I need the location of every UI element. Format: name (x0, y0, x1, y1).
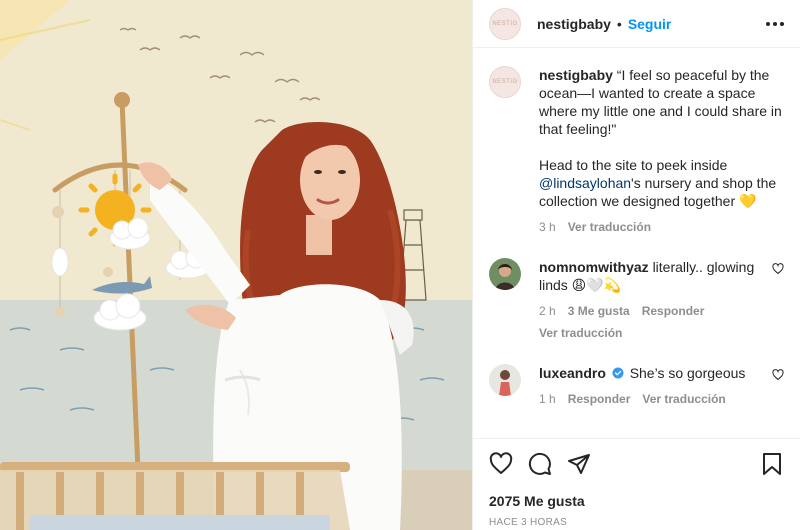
comment-avatar[interactable] (489, 258, 521, 290)
account-avatar[interactable]: NESTIG (489, 7, 521, 40)
share-icon[interactable] (567, 452, 591, 481)
likes-count[interactable]: 2075 Me gusta (489, 493, 784, 509)
comment-username[interactable]: nomnomwithyaz (539, 259, 649, 275)
comment-reply-button[interactable]: Responder (642, 302, 705, 320)
post-actions: 2075 Me gusta HACE 3 HORAS (473, 438, 800, 528)
caption-row: NESTIG nestigbaby “I feel so peaceful by… (489, 66, 784, 236)
comment-time: 1 h (539, 392, 556, 406)
comment-time: 2 h (539, 304, 556, 318)
avatar-logo-text: NESTIG (492, 20, 518, 27)
comments-list[interactable]: NESTIG nestigbaby “I feel so peaceful by… (473, 48, 800, 437)
comment-meta: 2 h 3 Me gusta Responder (539, 302, 772, 320)
comment-heart-icon[interactable] (772, 364, 784, 386)
commenter-photo (489, 258, 521, 290)
post-header: NESTIG nestigbaby • Seguir (473, 0, 800, 48)
comment-icon[interactable] (528, 452, 552, 481)
comment-translate-link[interactable]: Ver traducción (539, 324, 622, 342)
follow-button[interactable]: Seguir (628, 16, 672, 32)
comment-row: luxeandro She’s so gorgeous 1 h Responde… (489, 364, 784, 408)
caption-username[interactable]: nestigbaby (539, 67, 613, 83)
more-icon[interactable] (764, 16, 786, 32)
comment-heart-icon[interactable] (772, 258, 784, 280)
comment-row: nomnomwithyaz literally.. glowing linds … (489, 258, 784, 342)
caption-avatar-logo-text: NESTIG (492, 79, 518, 85)
comment-username[interactable]: luxeandro (539, 365, 606, 381)
caption-emoji: 💛 (739, 193, 757, 209)
separator-dot: • (616, 15, 622, 32)
caption-avatar[interactable]: NESTIG (489, 66, 521, 98)
post-timestamp: HACE 3 HORAS (489, 517, 568, 528)
comment-meta: 1 h Responder Ver traducción (539, 390, 745, 408)
caption-text-2: Head to the site to peek inside @lindsay… (539, 156, 784, 210)
save-icon[interactable] (760, 452, 784, 481)
comment-likes-link[interactable]: 3 Me gusta (568, 302, 630, 320)
caption-mention[interactable]: @lindsaylohan (539, 175, 631, 191)
nursery-photo-illustration (0, 0, 472, 530)
post-photo[interactable] (0, 0, 472, 530)
comment-text: nomnomwithyaz literally.. glowing linds … (539, 258, 772, 294)
commenter-photo (489, 364, 521, 396)
account-username[interactable]: nestigbaby (537, 16, 611, 32)
comment-reply-button[interactable]: Responder (568, 390, 631, 408)
caption-translate-link[interactable]: Ver traducción (568, 218, 651, 236)
post-side-panel: NESTIG nestigbaby • Seguir NESTIG nestig… (472, 0, 800, 530)
comment-text: luxeandro She’s so gorgeous (539, 364, 745, 382)
caption-time: 3 h (539, 220, 556, 234)
caption-meta: 3 h Ver traducción (539, 218, 784, 236)
comment-avatar[interactable] (489, 364, 521, 396)
caption-text: nestigbaby “I feel so peaceful by the oc… (539, 66, 784, 138)
comment-meta-2: Ver traducción (539, 324, 772, 342)
comment-translate-link[interactable]: Ver traducción (642, 390, 725, 408)
heart-icon[interactable] (489, 451, 513, 481)
caption-line: Head to the site to peek inside (539, 157, 728, 173)
verified-icon (612, 367, 624, 379)
comment-body: She’s so gorgeous (629, 365, 746, 381)
action-icons (489, 451, 784, 481)
